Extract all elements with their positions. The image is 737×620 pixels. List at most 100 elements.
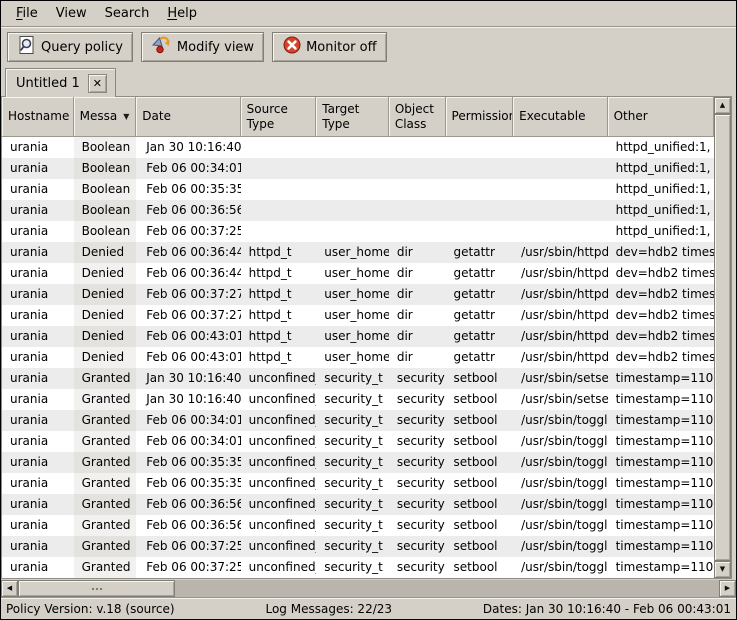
scroll-up-button[interactable]: ▲ xyxy=(714,97,731,114)
table-row[interactable]: uraniaGrantedJan 30 10:16:40unconfined_s… xyxy=(2,368,714,389)
modify-view-button[interactable]: Modify view xyxy=(141,32,264,62)
table-row[interactable]: uraniaGrantedFeb 06 00:34:01unconfined_s… xyxy=(2,410,714,431)
cell-other: dev=hdb2 timesta xyxy=(608,326,714,347)
cell-messa: Denied xyxy=(74,263,137,284)
scroll-down-button[interactable]: ▼ xyxy=(714,561,731,578)
horizontal-scrollbar[interactable]: ◀ ▶ xyxy=(1,580,736,597)
tab-untitled-1[interactable]: Untitled 1 ✕ xyxy=(5,68,116,97)
cell-target-type xyxy=(316,158,389,179)
cell-date: Feb 06 00:43:01 xyxy=(136,326,240,347)
cell-other: timestamp=11076 xyxy=(608,515,714,536)
monitor-off-icon xyxy=(282,35,302,59)
table-row[interactable]: uraniaBooleanJan 30 10:16:40httpd_unifie… xyxy=(2,137,714,158)
cell-hostname: urania xyxy=(2,389,74,410)
table-row[interactable]: uraniaDeniedFeb 06 00:37:27httpd_tuser_h… xyxy=(2,305,714,326)
cell-source-type xyxy=(241,179,317,200)
column-header-other[interactable]: Other xyxy=(608,97,714,137)
status-log-messages: Log Messages: 22/23 xyxy=(265,602,392,616)
column-header-target-type[interactable]: Target Type xyxy=(316,97,389,137)
cell-object-class: dir xyxy=(389,347,446,368)
table-row[interactable]: uraniaDeniedFeb 06 00:36:44httpd_tuser_h… xyxy=(2,242,714,263)
column-label: Other xyxy=(614,109,648,123)
column-header-messa[interactable]: Messa▼ xyxy=(74,97,137,137)
scroll-left-button[interactable]: ◀ xyxy=(1,580,18,597)
menu-bar: File View Search Help xyxy=(1,1,736,27)
table-row[interactable]: uraniaGrantedFeb 06 00:37:25unconfined_s… xyxy=(2,536,714,557)
cell-object-class: dir xyxy=(389,242,446,263)
column-header-date[interactable]: Date xyxy=(136,97,240,137)
cell-source-type: unconfined_ xyxy=(241,389,317,410)
table-row[interactable]: uraniaGrantedFeb 06 00:35:35unconfined_s… xyxy=(2,473,714,494)
column-label: Messa xyxy=(80,109,118,123)
cell-executable: /usr/sbin/toggle xyxy=(513,473,607,494)
table-row[interactable]: uraniaBooleanFeb 06 00:36:56httpd_unifie… xyxy=(2,200,714,221)
menu-file[interactable]: File xyxy=(7,3,47,24)
cell-object-class xyxy=(389,137,446,158)
log-table-main: HostnameMessa▼DateSource TypeTarget Type… xyxy=(2,97,714,578)
cell-messa: Denied xyxy=(74,242,137,263)
query-policy-button[interactable]: Query policy xyxy=(7,32,133,62)
table-row[interactable]: uraniaDeniedFeb 06 00:43:01httpd_tuser_h… xyxy=(2,326,714,347)
menu-search[interactable]: Search xyxy=(96,3,159,24)
cell-hostname: urania xyxy=(2,179,74,200)
cell-date: Feb 06 00:37:27 xyxy=(136,284,240,305)
cell-permission xyxy=(446,179,514,200)
status-dates: Dates: Jan 30 10:16:40 - Feb 06 00:43:01 xyxy=(483,602,731,616)
table-row[interactable]: uraniaGrantedFeb 06 00:36:56unconfined_s… xyxy=(2,515,714,536)
menu-help[interactable]: Help xyxy=(158,3,206,24)
column-header-executable[interactable]: Executable xyxy=(513,97,607,137)
table-row[interactable]: uraniaGrantedFeb 06 00:34:01unconfined_s… xyxy=(2,431,714,452)
table-row[interactable]: uraniaDeniedFeb 06 00:36:44httpd_tuser_h… xyxy=(2,263,714,284)
cell-source-type xyxy=(241,137,317,158)
cell-hostname: urania xyxy=(2,221,74,242)
cell-permission: getattr xyxy=(446,326,514,347)
cell-permission: setbool xyxy=(446,389,514,410)
table-row[interactable]: uraniaGrantedFeb 06 00:35:35unconfined_s… xyxy=(2,452,714,473)
cell-other: httpd_unified:1, h xyxy=(608,179,714,200)
cell-object-class: security xyxy=(389,473,446,494)
log-table: HostnameMessa▼DateSource TypeTarget Type… xyxy=(1,96,732,579)
cell-source-type: httpd_t xyxy=(241,284,317,305)
table-body: uraniaBooleanJan 30 10:16:40httpd_unifie… xyxy=(2,137,714,578)
cell-other: timestamp=11076 xyxy=(608,536,714,557)
cell-permission xyxy=(446,200,514,221)
column-header-object-class[interactable]: Object Class xyxy=(389,97,446,137)
table-row[interactable]: uraniaBooleanFeb 06 00:35:35httpd_unifie… xyxy=(2,179,714,200)
column-header-source-type[interactable]: Source Type xyxy=(241,97,317,137)
arrow-up-icon: ▲ xyxy=(720,102,725,109)
cell-permission xyxy=(446,158,514,179)
cell-source-type xyxy=(241,158,317,179)
cell-date: Feb 06 00:36:56 xyxy=(136,200,240,221)
table-row[interactable]: uraniaBooleanFeb 06 00:34:01httpd_unifie… xyxy=(2,158,714,179)
cell-permission xyxy=(446,221,514,242)
table-row[interactable]: uraniaGrantedFeb 06 00:36:56unconfined_s… xyxy=(2,494,714,515)
horizontal-scroll-thumb[interactable] xyxy=(18,580,175,597)
column-header-hostname[interactable]: Hostname xyxy=(2,97,74,137)
table-row[interactable]: uraniaDeniedFeb 06 00:43:01httpd_tuser_h… xyxy=(2,347,714,368)
cell-executable: /usr/sbin/toggle xyxy=(513,452,607,473)
cell-source-type: unconfined_ xyxy=(241,515,317,536)
table-row[interactable]: uraniaBooleanFeb 06 00:37:25httpd_unifie… xyxy=(2,221,714,242)
column-header-permission[interactable]: Permission xyxy=(446,97,514,137)
scroll-right-button[interactable]: ▶ xyxy=(719,580,736,597)
table-row[interactable]: uraniaGrantedJan 30 10:16:40unconfined_s… xyxy=(2,389,714,410)
table-row[interactable]: uraniaDeniedFeb 06 00:37:27httpd_tuser_h… xyxy=(2,284,714,305)
cell-date: Jan 30 10:16:40 xyxy=(136,389,240,410)
cell-date: Jan 30 10:16:40 xyxy=(136,368,240,389)
cell-executable: /usr/sbin/toggle xyxy=(513,536,607,557)
cell-object-class: security xyxy=(389,494,446,515)
vertical-scrollbar[interactable]: ▲ ▼ xyxy=(714,97,731,578)
cell-permission: setbool xyxy=(446,452,514,473)
tab-close-button[interactable]: ✕ xyxy=(88,74,107,93)
menu-view[interactable]: View xyxy=(47,3,96,24)
cell-executable: /usr/sbin/httpd xyxy=(513,242,607,263)
monitor-off-button[interactable]: Monitor off xyxy=(272,32,386,62)
cell-target-type: user_home_ xyxy=(316,242,389,263)
table-row[interactable]: uraniaGrantedFeb 06 00:37:25unconfined_s… xyxy=(2,557,714,578)
vertical-scroll-thumb[interactable] xyxy=(714,114,731,561)
cell-other: timestamp=11076 xyxy=(608,452,714,473)
cell-other: httpd_unified:1, h xyxy=(608,200,714,221)
close-icon: ✕ xyxy=(93,78,102,89)
cell-other: httpd_unified:1, h xyxy=(608,221,714,242)
thumb-grip xyxy=(92,588,94,590)
